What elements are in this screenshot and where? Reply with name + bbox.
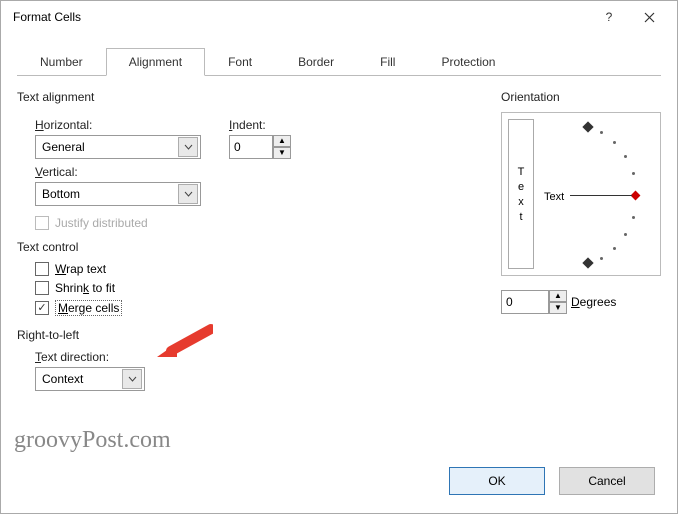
dialog-content: Number Alignment Font Border Fill Protec… bbox=[1, 33, 677, 457]
orientation-dial[interactable]: Text bbox=[538, 119, 654, 269]
titlebar: Format Cells ? bbox=[1, 1, 677, 33]
indent-up[interactable]: ▲ bbox=[273, 135, 291, 147]
degrees-spinner[interactable]: ▲ ▼ bbox=[501, 290, 567, 314]
shrink-to-fit-checkbox[interactable] bbox=[35, 281, 49, 295]
format-cells-dialog: Format Cells ? Number Alignment Font Bor… bbox=[0, 0, 678, 514]
vertical-label: Vertical: bbox=[35, 165, 477, 179]
degrees-down[interactable]: ▼ bbox=[549, 302, 567, 314]
text-direction-select[interactable]: Context bbox=[35, 367, 145, 391]
orientation-control[interactable]: Text Text bbox=[501, 112, 661, 276]
dial-text: Text bbox=[544, 191, 564, 203]
watermark: groovyPost.com bbox=[14, 427, 171, 454]
vertical-select[interactable]: Bottom bbox=[35, 182, 201, 206]
justify-distributed-checkbox bbox=[35, 216, 49, 230]
tab-alignment[interactable]: Alignment bbox=[106, 48, 205, 76]
indent-label: Indent: bbox=[229, 118, 291, 132]
vertical-value: Bottom bbox=[42, 187, 80, 201]
tab-number[interactable]: Number bbox=[17, 48, 106, 76]
merge-cells-label: Merge cells bbox=[55, 300, 122, 316]
ok-button[interactable]: OK bbox=[449, 467, 545, 495]
close-button[interactable] bbox=[629, 3, 669, 31]
cancel-button[interactable]: Cancel bbox=[559, 467, 655, 495]
degrees-input[interactable] bbox=[501, 290, 549, 314]
merge-cells-checkbox[interactable] bbox=[35, 301, 49, 315]
help-button[interactable]: ? bbox=[589, 3, 629, 31]
indent-down[interactable]: ▼ bbox=[273, 147, 291, 159]
section-text-alignment: Text alignment bbox=[17, 90, 477, 104]
text-direction-value: Context bbox=[42, 372, 83, 386]
horizontal-value: General bbox=[42, 140, 85, 154]
chevron-down-icon bbox=[122, 369, 142, 389]
tab-font[interactable]: Font bbox=[205, 48, 275, 76]
vertical-text-button[interactable]: Text bbox=[508, 119, 534, 269]
shrink-to-fit-label: Shrink to fit bbox=[55, 281, 115, 295]
tab-fill[interactable]: Fill bbox=[357, 48, 418, 76]
degrees-up[interactable]: ▲ bbox=[549, 290, 567, 302]
wrap-text-label: Wrap text bbox=[55, 262, 106, 276]
text-direction-label: Text direction: bbox=[35, 350, 477, 364]
close-icon bbox=[644, 12, 655, 23]
chevron-down-icon bbox=[178, 137, 198, 157]
section-text-control: Text control bbox=[17, 240, 477, 254]
tab-strip: Number Alignment Font Border Fill Protec… bbox=[17, 47, 661, 76]
chevron-down-icon bbox=[178, 184, 198, 204]
justify-distributed-label: Justify distributed bbox=[55, 216, 148, 230]
button-row: OK Cancel bbox=[1, 457, 677, 513]
degrees-label: Degrees bbox=[571, 295, 616, 309]
indent-spinner[interactable]: ▲ ▼ bbox=[229, 135, 291, 159]
tab-border[interactable]: Border bbox=[275, 48, 357, 76]
section-right-to-left: Right-to-left bbox=[17, 328, 477, 342]
indent-input[interactable] bbox=[229, 135, 273, 159]
section-orientation: Orientation bbox=[501, 90, 661, 104]
dialog-title: Format Cells bbox=[9, 10, 589, 24]
tab-protection[interactable]: Protection bbox=[418, 48, 518, 76]
wrap-text-checkbox[interactable] bbox=[35, 262, 49, 276]
horizontal-select[interactable]: General bbox=[35, 135, 201, 159]
horizontal-label: Horizontal: bbox=[35, 118, 201, 132]
